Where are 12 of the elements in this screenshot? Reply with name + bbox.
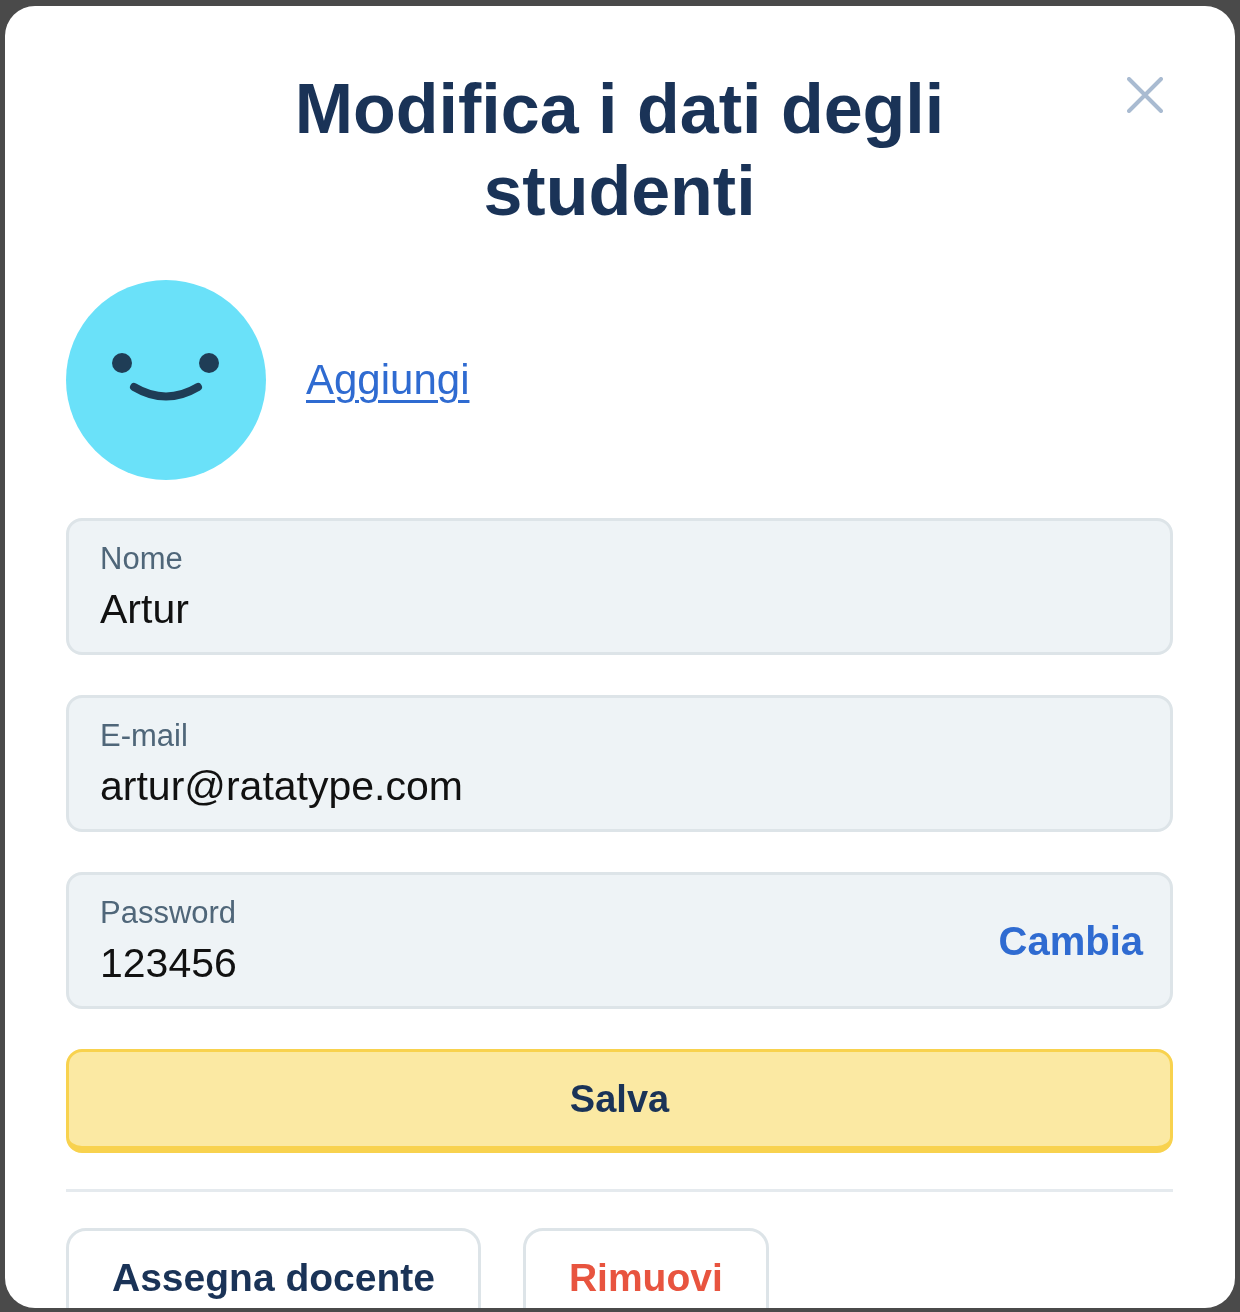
dialog-title: Modifica i dati degli studenti: [293, 69, 946, 232]
smiley-face-icon: [66, 280, 266, 480]
change-link[interactable]: Cambia: [998, 916, 1143, 965]
text-field[interactable]: Nome Artur: [66, 518, 1173, 655]
close-button[interactable]: [1127, 77, 1163, 113]
save-button[interactable]: Salva: [66, 1049, 1173, 1153]
close-icon: [1127, 77, 1163, 113]
text-field[interactable]: E-mail artur@ratatype.com: [66, 695, 1173, 832]
text-field[interactable]: Password 123456 Cambia: [66, 872, 1173, 1009]
outline-button[interactable]: Assegna docente: [66, 1228, 481, 1308]
add-link[interactable]: Aggiungi: [306, 356, 470, 404]
delete-button[interactable]: Rimuovi: [522, 1228, 769, 1308]
